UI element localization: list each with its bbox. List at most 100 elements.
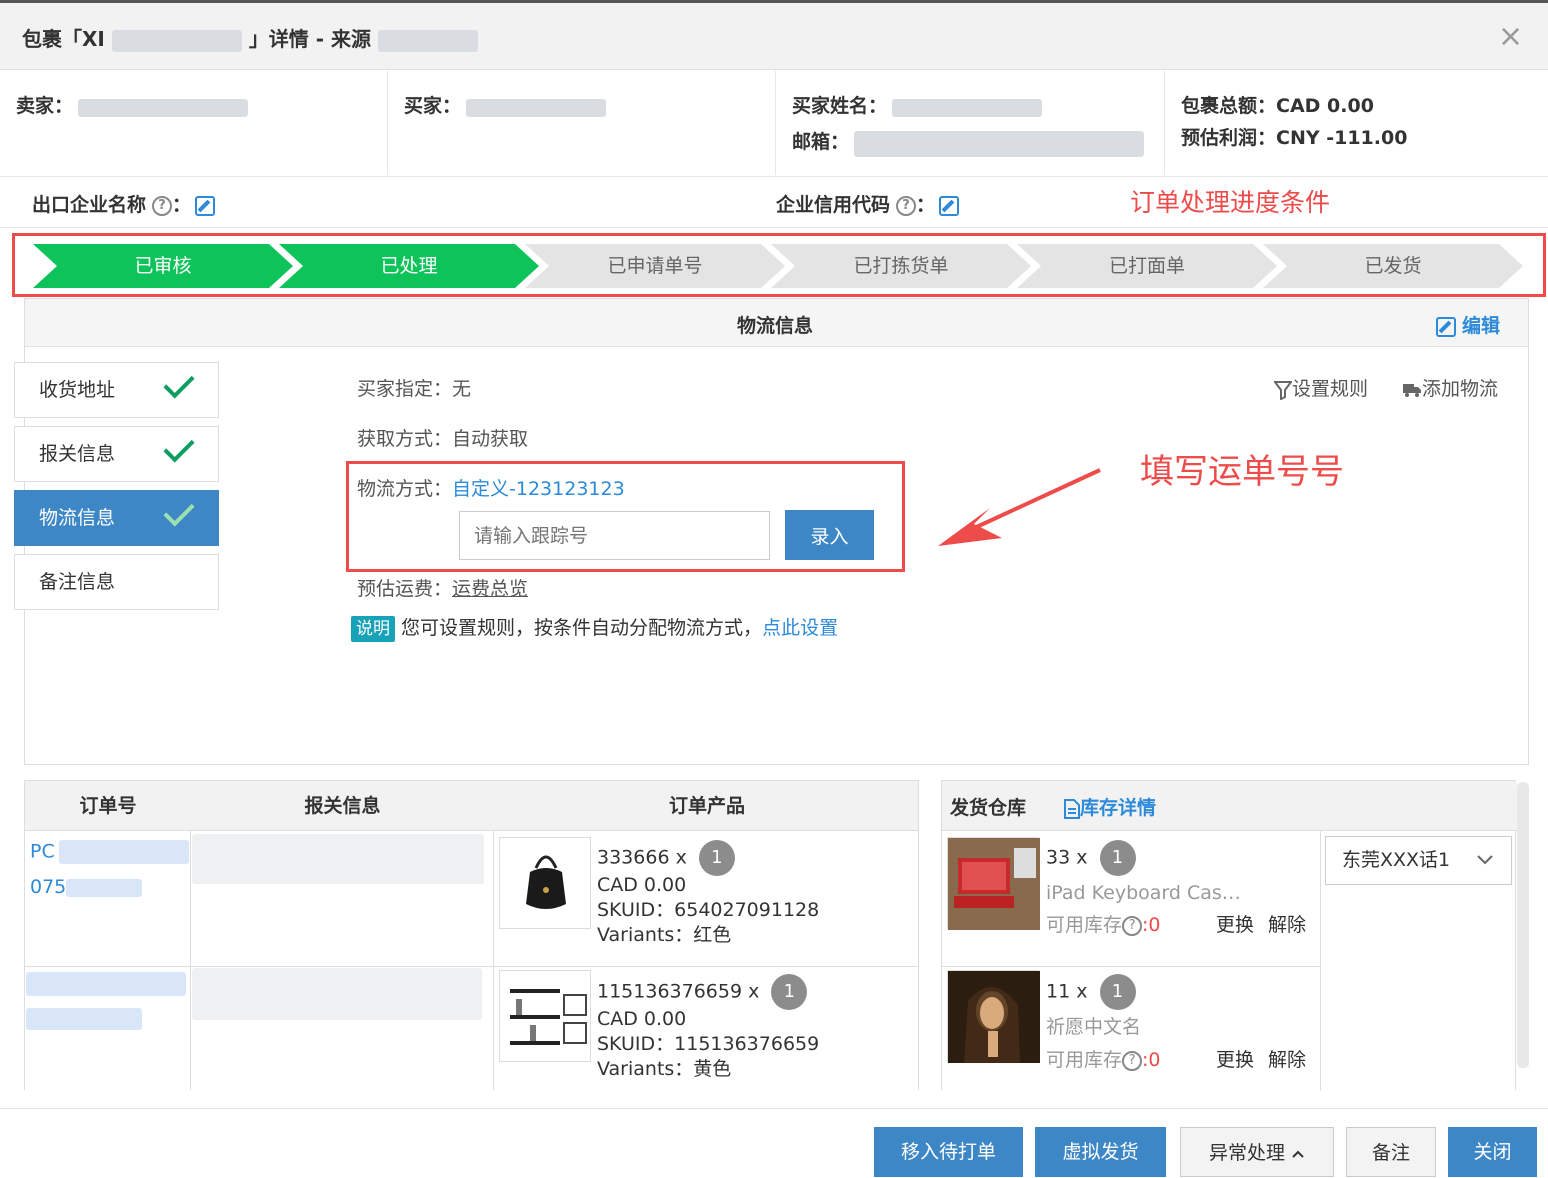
progress-steps: 已审核 已处理 已申请单号 已打拣货单 已打面单 已发货 bbox=[12, 233, 1546, 297]
divider bbox=[493, 831, 494, 1090]
set-rule-button[interactable]: 设置规则 bbox=[1273, 374, 1368, 401]
stock-detail-link[interactable]: 库存详情 bbox=[1064, 793, 1156, 820]
set-here-link[interactable]: 点此设置 bbox=[762, 617, 838, 639]
tab-label: 物流信息 bbox=[39, 507, 116, 529]
product-price: CAD 0.00 bbox=[597, 1008, 687, 1030]
dialog-title: 包裹「XI 」详情 - 来源 bbox=[22, 23, 479, 52]
step-shipped: 已发货 bbox=[1263, 244, 1523, 288]
redacted-order bbox=[26, 1008, 142, 1030]
product-variants: Variants：红色 bbox=[597, 924, 732, 946]
redacted-order bbox=[26, 972, 186, 996]
warehouse-sku: 33 bbox=[1046, 846, 1071, 869]
product-price: CAD 0.00 bbox=[597, 874, 687, 896]
chevron-up-icon bbox=[1292, 1150, 1304, 1158]
warehouse-select[interactable]: 东莞XXX话1 bbox=[1325, 836, 1512, 885]
col-order-no: 订单号 bbox=[25, 781, 191, 831]
truck-icon bbox=[1403, 383, 1421, 397]
move-to-print-button[interactable]: 移入待打单 bbox=[874, 1127, 1023, 1177]
edit-icon[interactable] bbox=[195, 195, 216, 216]
redacted-email bbox=[854, 130, 1145, 157]
remark-button[interactable]: 备注 bbox=[1346, 1127, 1436, 1177]
company-row: 出口企业名称?： 企业信用代码?： 订单处理进度条件 bbox=[0, 176, 1548, 228]
check-icon bbox=[163, 431, 195, 463]
tab-shipping-address[interactable]: 收货地址 bbox=[14, 362, 219, 418]
step-label-printed: 已打面单 bbox=[1017, 244, 1277, 288]
virtual-ship-button[interactable]: 虚拟发货 bbox=[1035, 1127, 1166, 1177]
dialog-header: 包裹「XI 」详情 - 来源 × bbox=[0, 0, 1548, 70]
buyer-specified-value: 无 bbox=[452, 378, 472, 400]
seller-cell: 卖家： bbox=[0, 71, 388, 175]
title-prefix: 包裹「XI bbox=[22, 27, 105, 51]
stock-label: 可用库存 bbox=[1046, 914, 1123, 936]
note-text: 您可设置规则，按条件自动分配物流方式， bbox=[401, 617, 763, 639]
order-number-line2: 075 bbox=[30, 876, 143, 898]
redacted-customs bbox=[192, 968, 482, 1020]
tab-customs-info[interactable]: 报关信息 bbox=[14, 426, 219, 482]
close-button[interactable]: 关闭 bbox=[1448, 1127, 1537, 1177]
stock-label: 可用库存 bbox=[1046, 1049, 1123, 1071]
fetch-method-value: 自动获取 bbox=[452, 428, 529, 450]
credit-code-field: 企业信用代码?： bbox=[776, 190, 960, 217]
product-sku: 115136376659 bbox=[597, 980, 743, 1003]
step-processed: 已处理 bbox=[279, 244, 539, 288]
fetch-method-label: 获取方式： bbox=[357, 428, 453, 450]
redacted-buyer-name bbox=[892, 98, 1043, 117]
tab-remark-info[interactable]: 备注信息 bbox=[14, 554, 219, 610]
package-total-value: CAD 0.00 bbox=[1276, 95, 1374, 117]
scrollbar[interactable] bbox=[1517, 782, 1529, 1068]
product-variants: Variants：黄色 bbox=[597, 1058, 732, 1080]
product-sku-line: 115136376659 x 1 bbox=[597, 974, 808, 1010]
totals-cell: 包裹总额：CAD 0.00 预估利润：CNY -111.00 bbox=[1165, 71, 1548, 175]
product-sku: 333666 bbox=[597, 846, 670, 869]
replace-button[interactable]: 更换 bbox=[1216, 912, 1254, 939]
edit-button[interactable]: 编辑 bbox=[1436, 311, 1500, 338]
warehouse-item-image bbox=[947, 970, 1040, 1063]
buyer-specified-label: 买家指定： bbox=[357, 378, 453, 400]
progress-annotation: 订单处理进度条件 bbox=[1130, 188, 1331, 217]
exception-label: 异常处理 bbox=[1208, 1142, 1285, 1164]
redacted-customs bbox=[192, 834, 484, 884]
export-company-field: 出口企业名称?： bbox=[32, 190, 216, 217]
stock-row: 可用库存?:0 bbox=[1046, 912, 1161, 939]
warehouse-item-image bbox=[947, 837, 1040, 930]
order-number-link[interactable]: PC bbox=[30, 840, 189, 864]
redacted-source bbox=[378, 29, 479, 52]
replace-button[interactable]: 更换 bbox=[1216, 1047, 1254, 1074]
step-picklist-printed: 已打拣货单 bbox=[771, 244, 1031, 288]
divider bbox=[190, 831, 191, 1090]
release-button[interactable]: 解除 bbox=[1268, 912, 1306, 939]
tab-label: 备注信息 bbox=[39, 571, 116, 593]
fee-overview-link[interactable]: 运费总览 bbox=[452, 578, 528, 600]
stock-value: :0 bbox=[1142, 1049, 1161, 1071]
warehouse-sku-line: 33 x 1 bbox=[1046, 840, 1136, 876]
tab-label: 收货地址 bbox=[39, 379, 116, 401]
help-icon[interactable]: ? bbox=[1122, 1050, 1143, 1071]
logistics-title: 物流信息 bbox=[737, 315, 814, 337]
help-icon[interactable]: ? bbox=[1122, 915, 1143, 936]
close-icon[interactable]: × bbox=[1498, 19, 1523, 54]
help-icon[interactable]: ? bbox=[152, 195, 173, 216]
tab-logistics-info[interactable]: 物流信息 bbox=[14, 490, 219, 546]
divider bbox=[942, 966, 1320, 967]
quantity-badge: 1 bbox=[1099, 840, 1136, 876]
release-button[interactable]: 解除 bbox=[1268, 1047, 1306, 1074]
add-logistics-button[interactable]: 添加物流 bbox=[1402, 374, 1498, 401]
divider bbox=[1320, 831, 1321, 1091]
times-sign: x bbox=[675, 846, 687, 869]
buyer-label: 买家： bbox=[404, 95, 462, 117]
order-prefix: PC bbox=[30, 840, 55, 863]
buyer-name-cell: 买家姓名： 邮箱： bbox=[776, 71, 1165, 175]
fetch-method-row: 获取方式：自动获取 bbox=[357, 424, 528, 451]
rule-note: 说明 您可设置规则，按条件自动分配物流方式，点此设置 bbox=[351, 613, 838, 642]
exception-button[interactable]: 异常处理 bbox=[1180, 1127, 1334, 1177]
annotation-arrow-icon bbox=[938, 468, 1101, 546]
stock-row: 可用库存?:0 bbox=[1046, 1047, 1161, 1074]
times-sign: x bbox=[1076, 846, 1088, 869]
buyer-cell: 买家： bbox=[388, 71, 776, 175]
help-icon[interactable]: ? bbox=[896, 195, 917, 216]
tab-label: 报关信息 bbox=[39, 443, 116, 465]
stock-value: :0 bbox=[1142, 914, 1161, 936]
package-total-label: 包裹总额： bbox=[1181, 95, 1277, 117]
document-icon bbox=[1064, 798, 1080, 819]
edit-icon[interactable] bbox=[939, 195, 960, 216]
